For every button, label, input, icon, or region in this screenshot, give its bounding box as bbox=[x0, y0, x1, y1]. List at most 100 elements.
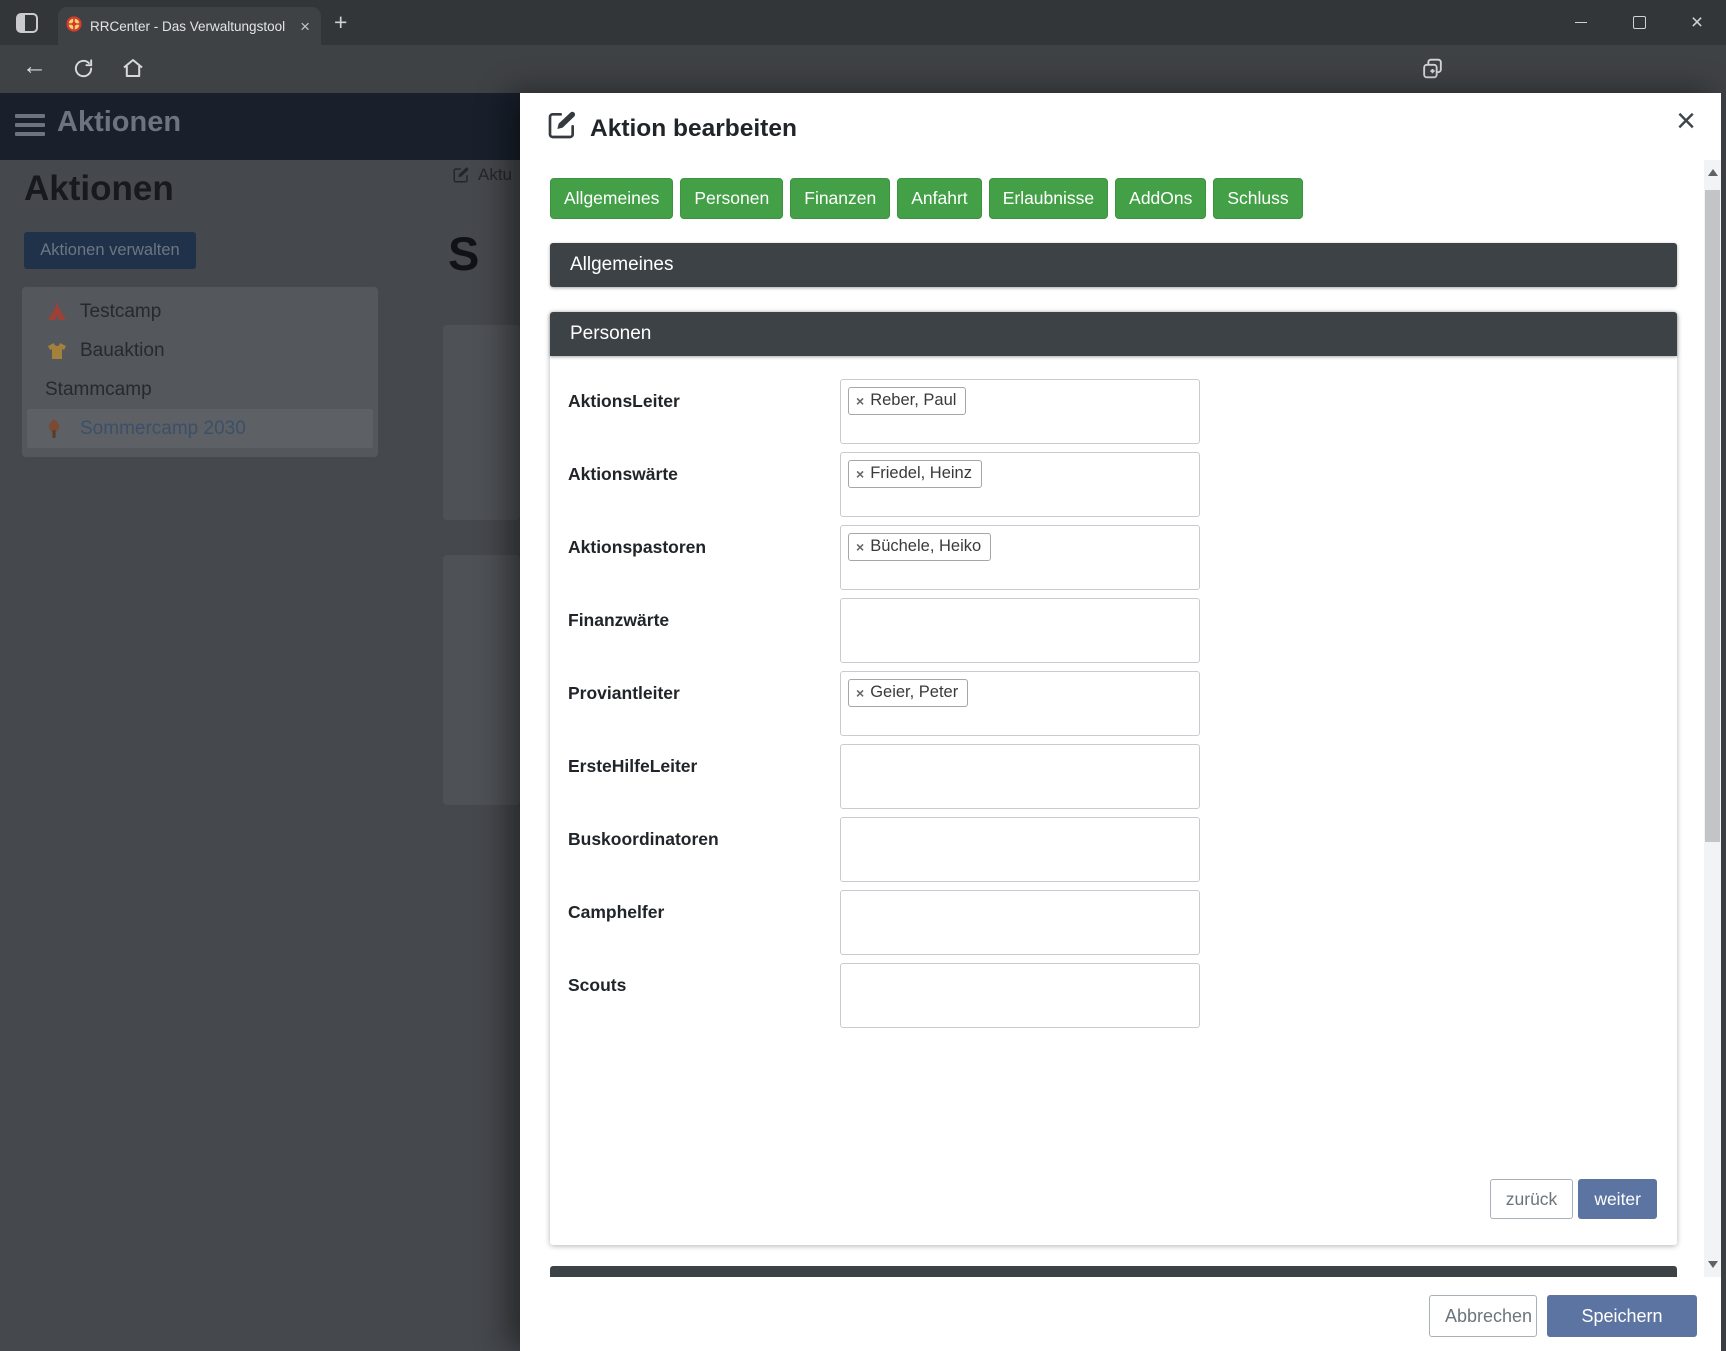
remove-tag-icon[interactable]: × bbox=[856, 394, 864, 408]
person-select-input[interactable] bbox=[840, 817, 1200, 882]
person-select-input[interactable]: × Reber, Paul bbox=[840, 379, 1200, 444]
modal-close-icon[interactable]: × bbox=[1666, 101, 1706, 141]
person-select-input[interactable] bbox=[840, 598, 1200, 663]
form-row: Aktionswärte × Friedel, Heinz bbox=[568, 452, 1659, 517]
wizard-tab-button[interactable]: Anfahrt bbox=[897, 178, 981, 219]
form-row: Camphelfer bbox=[568, 890, 1659, 955]
list-item[interactable]: Bauaktion bbox=[27, 331, 373, 370]
person-select-input[interactable] bbox=[840, 744, 1200, 809]
person-select-input[interactable]: × Büchele, Heiko bbox=[840, 525, 1200, 590]
wizard-tab-button[interactable]: Schluss bbox=[1213, 178, 1302, 219]
wizard-tab-button[interactable]: Allgemeines bbox=[550, 178, 673, 219]
form-row: AktionsLeiter × Reber, Paul bbox=[568, 379, 1659, 444]
remove-tag-icon[interactable]: × bbox=[856, 467, 864, 481]
modal-backdrop-edge bbox=[1721, 93, 1726, 1351]
refresh-icon[interactable] bbox=[72, 57, 95, 85]
modal-title: Aktion bearbeiten bbox=[590, 115, 797, 143]
remove-tag-icon[interactable]: × bbox=[856, 686, 864, 700]
browser-window: RRCenter - Das Verwaltungstool × + × ← h… bbox=[0, 0, 1726, 1351]
app-navbar-title: Aktionen bbox=[57, 106, 181, 139]
remove-tag-icon[interactable]: × bbox=[856, 540, 864, 554]
scroll-down-icon[interactable] bbox=[1708, 1261, 1718, 1268]
minimize-icon bbox=[1575, 22, 1587, 23]
form-row: Finanzwärte bbox=[568, 598, 1659, 663]
list-item[interactable]: Stammcamp bbox=[27, 370, 373, 409]
field-label: AktionsLeiter bbox=[568, 379, 840, 444]
shirt-icon bbox=[47, 341, 69, 361]
section-header-personen[interactable]: Personen bbox=[550, 312, 1677, 356]
form-row: Proviantleiter × Geier, Peter bbox=[568, 671, 1659, 736]
selected-person-tag: × Reber, Paul bbox=[848, 387, 966, 415]
list-item-label: Stammcamp bbox=[45, 379, 152, 401]
person-name: Reber, Paul bbox=[870, 391, 956, 410]
person-name: Büchele, Heiko bbox=[870, 537, 981, 556]
field-label: ErsteHilfeLeiter bbox=[568, 744, 840, 809]
section-header-allgemeines[interactable]: Allgemeines bbox=[550, 243, 1677, 287]
tent-icon bbox=[47, 302, 69, 322]
new-tab-button[interactable]: + bbox=[334, 9, 347, 36]
site-favicon-icon bbox=[66, 16, 82, 37]
selected-person-tag: × Friedel, Heinz bbox=[848, 460, 982, 488]
section-header-label: Personen bbox=[570, 323, 651, 345]
tab-title: RRCenter - Das Verwaltungstool bbox=[90, 19, 297, 34]
cancel-button[interactable]: Abbrechen bbox=[1429, 1295, 1537, 1337]
list-item[interactable]: Testcamp bbox=[27, 292, 373, 331]
tab-activity-icon[interactable] bbox=[14, 10, 40, 36]
background-card-edge bbox=[443, 325, 520, 520]
list-item-label: Testcamp bbox=[80, 301, 161, 323]
person-select-input[interactable] bbox=[840, 963, 1200, 1028]
window-maximize-button[interactable] bbox=[1610, 0, 1668, 45]
wizard-tab-button[interactable]: Personen bbox=[680, 178, 783, 219]
breadcrumb-label: Aktu bbox=[478, 165, 512, 185]
person-select-input[interactable]: × Friedel, Heinz bbox=[840, 452, 1200, 517]
list-item[interactable]: Sommercamp 2030 bbox=[27, 409, 373, 448]
field-label: Camphelfer bbox=[568, 890, 840, 955]
collections-icon[interactable] bbox=[1420, 56, 1445, 86]
content-heading-partial: S bbox=[448, 226, 479, 281]
wizard-tabs: AllgemeinesPersonenFinanzenAnfahrtErlaub… bbox=[550, 178, 1303, 219]
field-label: Proviantleiter bbox=[568, 671, 840, 736]
save-button[interactable]: Speichern bbox=[1547, 1295, 1697, 1337]
form-row: ErsteHilfeLeiter bbox=[568, 744, 1659, 809]
form-row: Aktionspastoren × Büchele, Heiko bbox=[568, 525, 1659, 590]
field-label: Finanzwärte bbox=[568, 598, 840, 663]
scrollbar-thumb[interactable] bbox=[1705, 190, 1720, 842]
back-button[interactable]: zurück bbox=[1490, 1179, 1574, 1219]
person-select-input[interactable] bbox=[840, 890, 1200, 955]
edit-icon bbox=[452, 166, 470, 184]
window-close-button[interactable]: × bbox=[1668, 0, 1726, 45]
scroll-up-icon[interactable] bbox=[1708, 169, 1718, 176]
back-icon[interactable]: ← bbox=[22, 52, 47, 81]
wizard-tab-button[interactable]: Erlaubnisse bbox=[989, 178, 1108, 219]
form-row: Scouts bbox=[568, 963, 1659, 1028]
person-select-input[interactable]: × Geier, Peter bbox=[840, 671, 1200, 736]
modal-footer: Abbrechen Speichern bbox=[520, 1277, 1721, 1351]
wizard-nav-buttons: zurück weiter bbox=[1490, 1179, 1657, 1219]
field-label: Buskoordinatoren bbox=[568, 817, 840, 882]
person-name: Geier, Peter bbox=[870, 683, 958, 702]
modal-scrollbar[interactable] bbox=[1704, 160, 1721, 1277]
collapsed-section-bar-partial[interactable] bbox=[550, 1266, 1677, 1277]
section-header-label: Allgemeines bbox=[570, 254, 674, 276]
list-item-label: Sommercamp 2030 bbox=[80, 418, 246, 440]
edit-action-modal: Aktion bearbeiten × AllgemeinesPersonenF… bbox=[520, 93, 1721, 1351]
field-label: Scouts bbox=[568, 963, 840, 1028]
browser-tab[interactable]: RRCenter - Das Verwaltungstool × bbox=[58, 7, 321, 45]
wizard-tab-button[interactable]: AddOns bbox=[1115, 178, 1206, 219]
maximize-icon bbox=[1633, 16, 1646, 29]
form-row: Buskoordinatoren bbox=[568, 817, 1659, 882]
browser-titlebar: RRCenter - Das Verwaltungstool × + × bbox=[0, 0, 1726, 45]
window-minimize-button[interactable] bbox=[1552, 0, 1610, 45]
field-label: Aktionspastoren bbox=[568, 525, 840, 590]
actions-list-card: Testcamp Bauaktion Stammcamp bbox=[22, 287, 378, 457]
edit-icon bbox=[546, 109, 578, 141]
hamburger-menu-icon[interactable] bbox=[15, 114, 45, 141]
next-button[interactable]: weiter bbox=[1578, 1179, 1657, 1219]
wizard-tab-button[interactable]: Finanzen bbox=[790, 178, 890, 219]
background-card-edge bbox=[443, 555, 520, 805]
home-icon[interactable] bbox=[121, 56, 145, 85]
manage-actions-button[interactable]: Aktionen verwalten bbox=[24, 232, 196, 269]
page-title: Aktionen bbox=[24, 169, 174, 209]
breadcrumb: Aktu bbox=[452, 165, 512, 185]
tab-close-icon[interactable]: × bbox=[297, 18, 313, 35]
